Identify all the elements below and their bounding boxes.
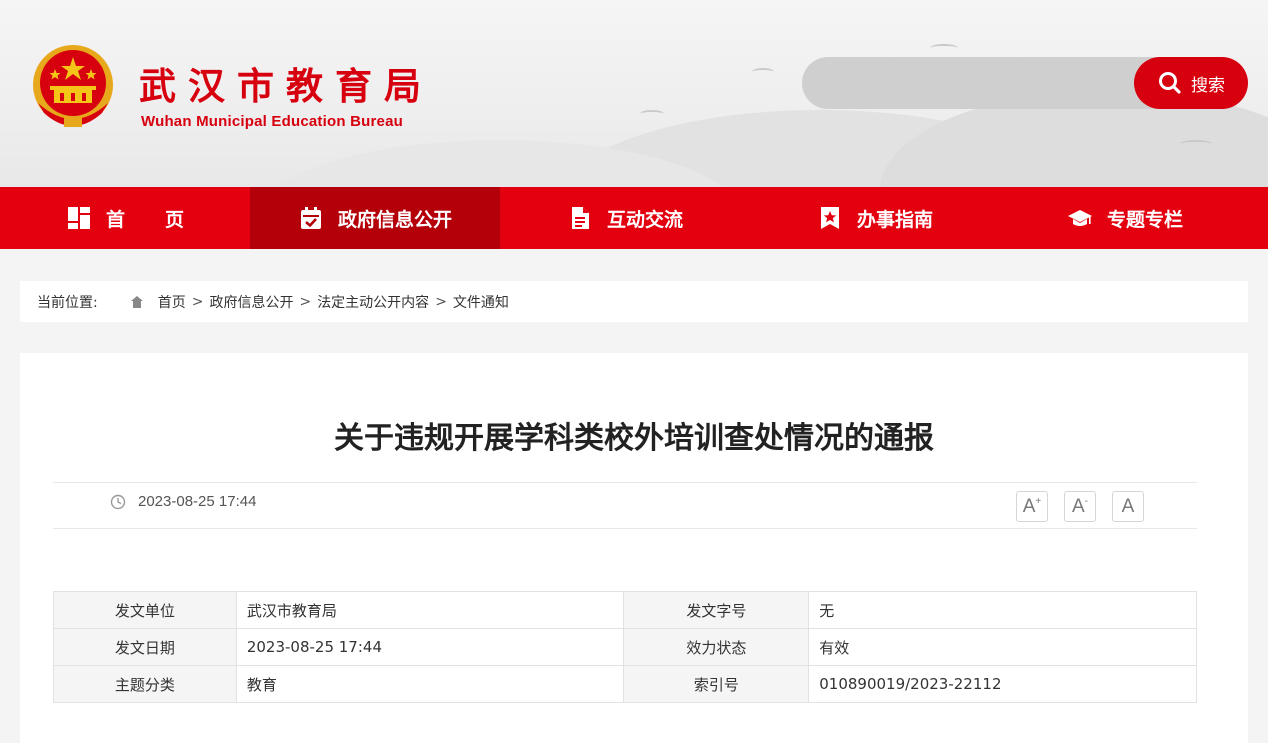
issue-date-label: 发文日期 xyxy=(53,628,237,666)
doc-number-label: 发文字号 xyxy=(623,591,810,629)
table-row: 发文单位 武汉市教育局 发文字号 无 xyxy=(53,591,1197,629)
graduation-cap-icon xyxy=(1067,210,1092,226)
article-meta-bar: 2023-08-25 17:44 A + A- A xyxy=(53,482,1197,529)
site-subtitle: Wuhan Municipal Education Bureau xyxy=(141,113,403,130)
font-increase-label: A xyxy=(1022,495,1036,517)
breadcrumb-gov-info[interactable]: 政府信息公开 xyxy=(209,292,293,312)
bookmark-star-icon xyxy=(820,207,839,229)
main-nav: 首页 政府信息公开 互动交流 办事指南 专题专栏 xyxy=(0,187,1268,249)
document-info-table: 发文单位 武汉市教育局 发文字号 无 发文日期 2023-08-25 17:44… xyxy=(53,591,1197,703)
breadcrumb: 当前位置: 首页 > 政府信息公开 > 法定主动公开内容 > 文件通知 xyxy=(20,281,1248,322)
search-icon xyxy=(1159,72,1181,94)
document-icon xyxy=(571,207,589,229)
nav-item-gov-info[interactable]: 政府信息公开 xyxy=(250,187,500,249)
validity-label: 效力状态 xyxy=(623,628,810,666)
national-emblem-icon xyxy=(33,45,113,127)
font-increase-button[interactable]: A + xyxy=(1016,491,1048,522)
nav-item-label: 互动交流 xyxy=(606,208,683,231)
category-value: 教育 xyxy=(235,665,625,703)
nav-item-label: 首页 xyxy=(105,208,224,231)
breadcrumb-separator: > xyxy=(191,293,204,310)
font-reset-button[interactable]: A xyxy=(1112,491,1144,522)
issuer-value: 武汉市教育局 xyxy=(235,591,625,629)
table-row: 主题分类 教育 索引号 010890019/2023-22112 xyxy=(53,665,1197,703)
issuer-label: 发文单位 xyxy=(53,591,237,629)
table-row: 发文日期 2023-08-25 17:44 效力状态 有效 xyxy=(53,628,1197,666)
clock-icon xyxy=(110,494,126,510)
search-button[interactable]: 搜索 xyxy=(1134,57,1248,109)
font-decrease-button[interactable]: A- xyxy=(1064,491,1096,522)
breadcrumb-prefix: 当前位置: xyxy=(37,294,98,311)
article-title: 关于违规开展学科类校外培训查处情况的通报 xyxy=(334,421,934,456)
breadcrumb-home[interactable]: 首页 xyxy=(158,292,186,312)
nav-item-home[interactable]: 首页 xyxy=(0,187,250,249)
nav-item-guide[interactable]: 办事指南 xyxy=(750,187,1000,249)
breadcrumb-statutory[interactable]: 法定主动公开内容 xyxy=(317,292,429,312)
issue-date-value: 2023-08-25 17:44 xyxy=(235,628,625,666)
font-reset-label: A xyxy=(1121,495,1135,517)
category-label: 主题分类 xyxy=(53,665,237,703)
site-title[interactable]: 武汉市教育局 xyxy=(139,56,433,110)
search-input[interactable] xyxy=(802,57,1162,109)
index-number-label: 索引号 xyxy=(623,665,810,703)
calendar-check-icon xyxy=(300,207,321,229)
grid-icon xyxy=(67,207,90,229)
doc-number-value: 无 xyxy=(808,591,1197,629)
search-box: 搜索 xyxy=(802,57,1248,109)
site-header: 武汉市教育局 Wuhan Municipal Education Bureau … xyxy=(0,0,1268,187)
index-number-value: 010890019/2023-22112 xyxy=(808,665,1197,703)
breadcrumb-notices[interactable]: 文件通知 xyxy=(453,292,509,312)
home-icon xyxy=(130,295,143,308)
nav-item-interaction[interactable]: 互动交流 xyxy=(500,187,750,249)
article-container: 关于违规开展学科类校外培训查处情况的通报 2023-08-25 17:44 A +… xyxy=(20,353,1248,743)
publish-date: 2023-08-25 17:44 xyxy=(138,493,257,510)
validity-value: 有效 xyxy=(808,628,1197,666)
nav-item-label: 政府信息公开 xyxy=(337,208,452,231)
breadcrumb-separator: > xyxy=(299,293,312,310)
font-decrease-label: A xyxy=(1071,495,1085,517)
nav-item-label: 专题专栏 xyxy=(1106,208,1183,231)
nav-item-special[interactable]: 专题专栏 xyxy=(1000,187,1250,249)
breadcrumb-separator: > xyxy=(435,293,447,310)
nav-item-label: 办事指南 xyxy=(856,208,933,231)
search-button-label: 搜索 xyxy=(1191,75,1225,96)
